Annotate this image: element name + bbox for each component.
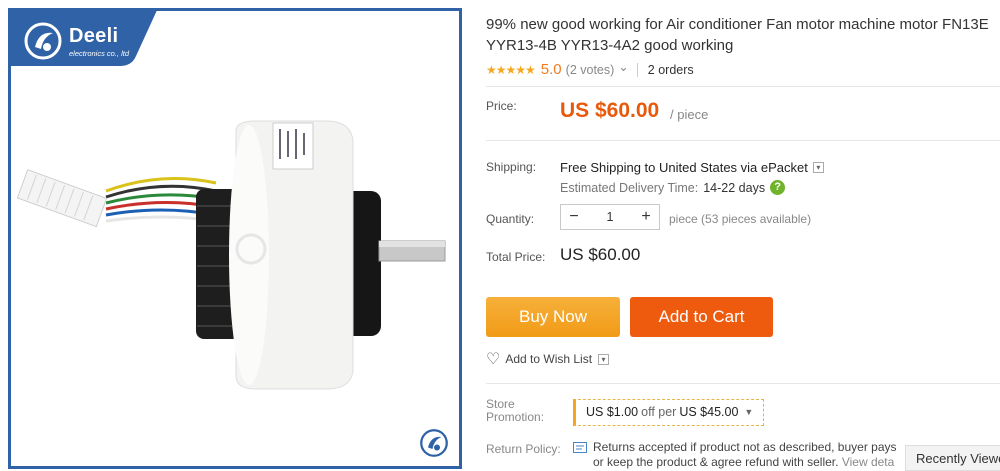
price-value: US $60.00: [560, 99, 660, 122]
product-info-panel: 99% new good working for Air conditioner…: [476, 0, 1000, 469]
delivery-days: 14-22 days: [703, 180, 766, 195]
quantity-input[interactable]: 1: [587, 210, 633, 224]
add-to-cart-button[interactable]: Add to Cart: [630, 297, 773, 337]
orders-count: 2 orders: [647, 62, 694, 77]
return-policy-line-2: or keep the product & agree refund with …: [593, 455, 839, 469]
votes-chevron-down-icon[interactable]: ⌄: [618, 59, 628, 74]
return-policy-line-1: Returns accepted if product not as descr…: [593, 440, 897, 454]
quantity-increase-button[interactable]: +: [633, 205, 659, 229]
view-details-link[interactable]: View deta: [842, 455, 894, 469]
heart-icon[interactable]: ♡: [486, 349, 500, 369]
return-policy-icon: [573, 442, 587, 453]
shipping-chevron-down-icon[interactable]: ▾: [812, 162, 824, 173]
buy-now-button[interactable]: Buy Now: [486, 297, 620, 337]
shipping-method[interactable]: Free Shipping to United States via ePack…: [560, 160, 824, 175]
return-policy-label: Return Policy:: [486, 442, 561, 456]
quantity-stepper: − 1 +: [560, 204, 660, 230]
watermark-logo-icon: [420, 429, 448, 457]
total-price-value: US $60.00: [560, 245, 641, 264]
divider: [486, 140, 1000, 141]
product-title-line-1: 99% new good working for Air conditioner…: [486, 16, 989, 33]
product-title-line-2: YYR13-4B YYR13-4A2 good working: [486, 37, 734, 54]
brand-subtitle: electronics co., ltd: [69, 49, 130, 58]
add-to-wishlist[interactable]: ♡ Add to Wish List ▾: [486, 349, 610, 369]
help-icon[interactable]: ?: [770, 180, 786, 195]
wishlist-label[interactable]: Add to Wish List: [505, 352, 592, 366]
star-rating-icon[interactable]: ★★★★★: [486, 63, 536, 77]
price-label: Price:: [486, 99, 517, 113]
shipping-label: Shipping:: [486, 160, 537, 174]
store-promotion-label: Store Promotion:: [486, 398, 544, 424]
delivery-time: Estimated Delivery Time: 14-22 days ?: [560, 180, 786, 195]
promotion-amount: US $1.00: [586, 405, 639, 419]
quantity-label: Quantity:: [486, 212, 535, 226]
rating-value: 5.0: [540, 61, 562, 78]
delivery-label: Estimated Delivery Time:: [560, 180, 699, 195]
product-title: 99% new good working for Air conditioner…: [486, 14, 1000, 56]
votes-link[interactable]: (2 votes): [566, 63, 615, 77]
promotion-threshold: US $45.00: [679, 405, 739, 419]
promotion-caret-down-icon[interactable]: ▼: [744, 400, 753, 425]
brand-logo-icon: [24, 22, 62, 60]
wishlist-chevron-down-icon[interactable]: ▾: [598, 353, 610, 365]
divider: [486, 383, 1000, 384]
price-unit: / piece: [670, 107, 709, 122]
product-image-panel[interactable]: Deeli electronics co., ltd: [8, 8, 462, 469]
quantity-availability: piece (53 pieces available): [669, 212, 812, 226]
divider: [636, 62, 638, 77]
return-policy-text: Returns accepted if product not as descr…: [573, 440, 933, 470]
store-promotion-label-line-2: Promotion:: [486, 410, 545, 424]
total-price-label: Total Price:: [486, 250, 546, 264]
divider: [486, 86, 1000, 87]
brand-name: Deeli: [69, 25, 119, 47]
fan-motor-image: [16, 120, 446, 390]
promotion-off-per: off per: [641, 405, 677, 419]
recently-viewed-tab[interactable]: Recently Viewe: [905, 445, 1000, 471]
store-promotion-coupon[interactable]: US $1.00 off per US $45.00 ▼: [573, 399, 765, 426]
shipping-method-text[interactable]: Free Shipping to United States via ePack…: [560, 160, 808, 175]
quantity-decrease-button[interactable]: −: [561, 205, 587, 229]
rating-row: ★★★★★ 5.0 (2 votes) ⌄ 2 orders: [486, 59, 694, 78]
